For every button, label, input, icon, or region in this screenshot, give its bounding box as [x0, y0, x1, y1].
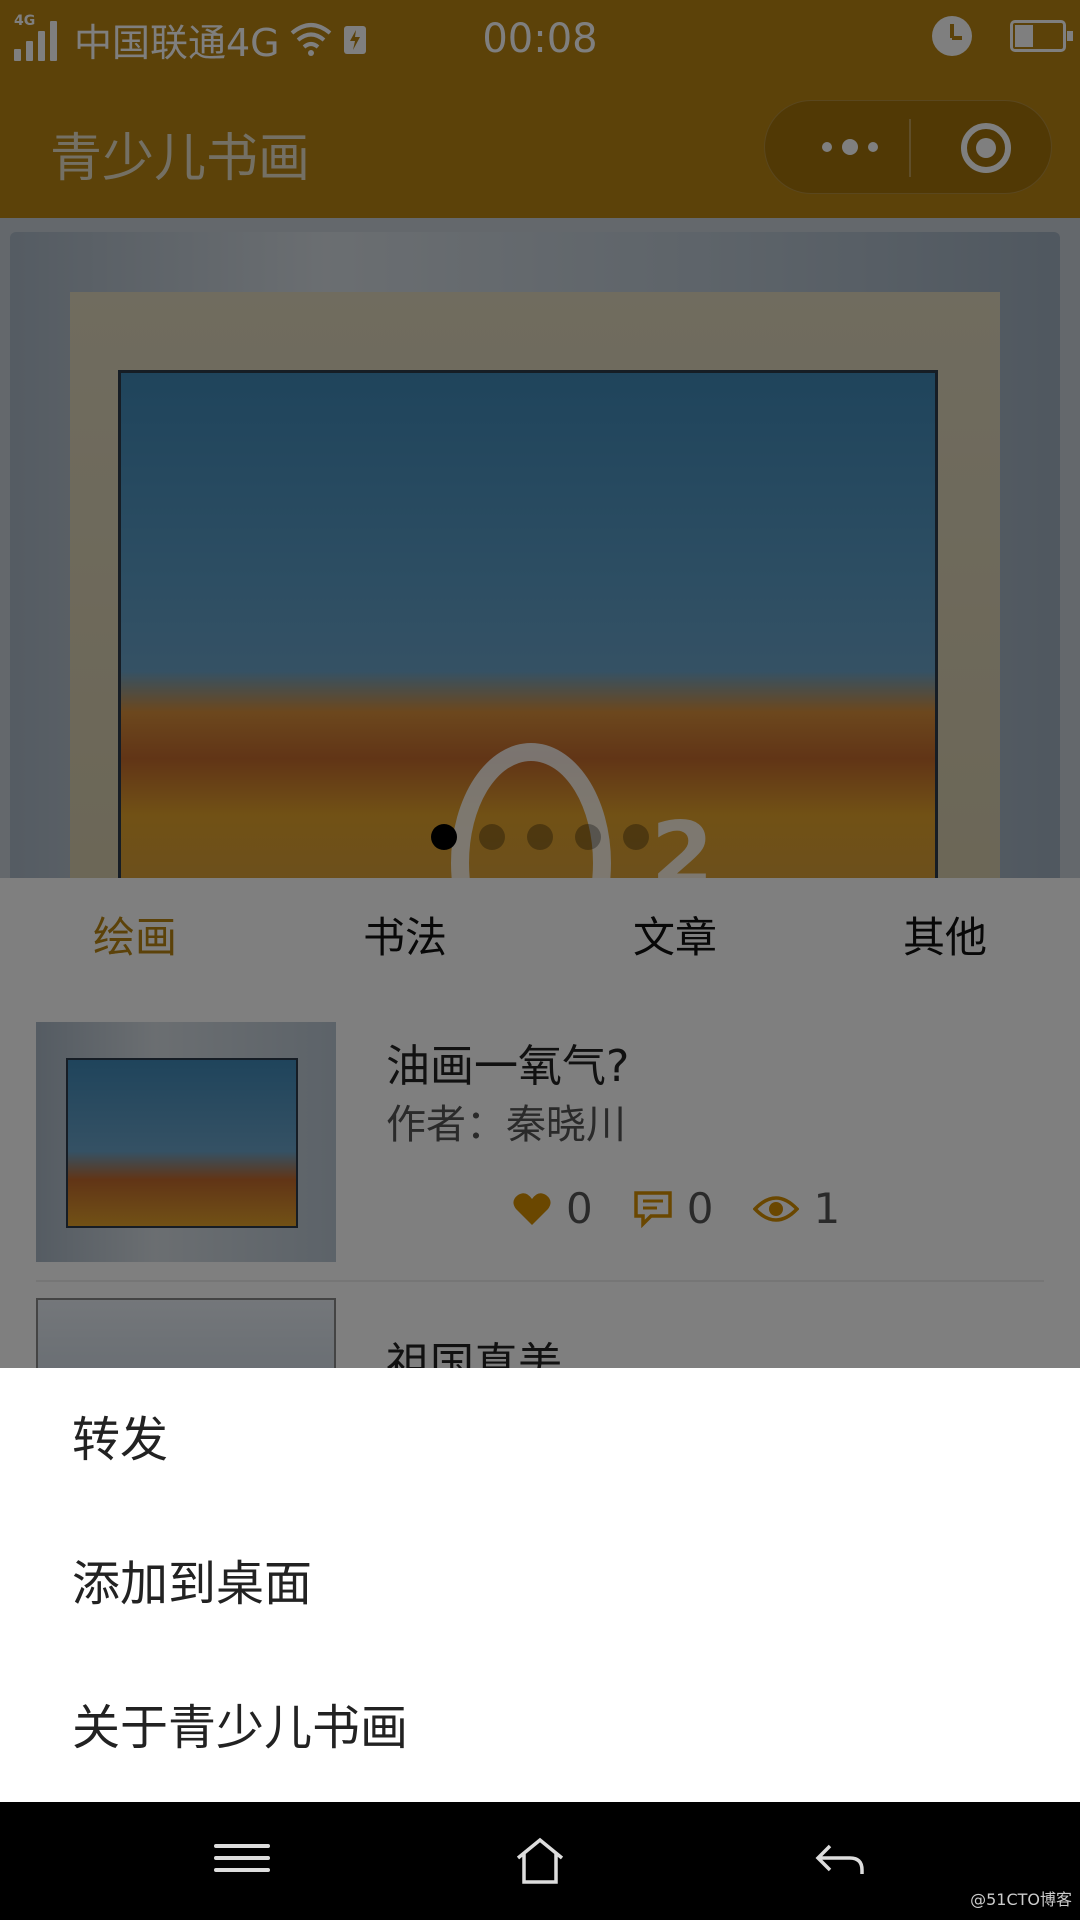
about-option[interactable]: 关于青少儿书画 — [0, 1656, 1080, 1800]
modal-mask[interactable] — [0, 0, 1080, 1368]
system-nav-bar: @51CTO博客 — [0, 1802, 1080, 1920]
add-to-desktop-option[interactable]: 添加到桌面 — [0, 1512, 1080, 1656]
menu-icon[interactable] — [214, 1836, 270, 1886]
home-icon[interactable] — [512, 1836, 568, 1886]
action-sheet: 转发 添加到桌面 关于青少儿书画 — [0, 1368, 1080, 1802]
share-option[interactable]: 转发 — [0, 1368, 1080, 1512]
watermark: @51CTO博客 — [970, 1890, 1072, 1909]
back-icon[interactable] — [812, 1836, 868, 1886]
